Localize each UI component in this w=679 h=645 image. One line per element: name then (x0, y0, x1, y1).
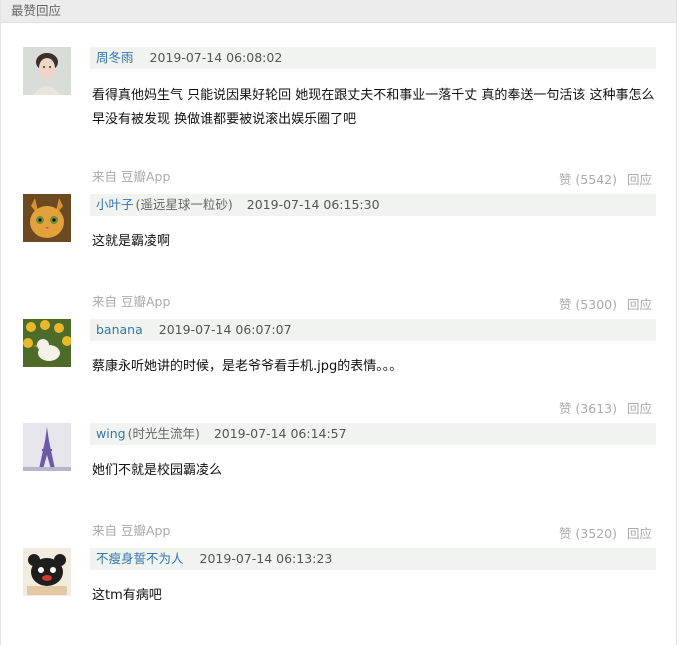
author-link[interactable]: 不瘦身誓不为人 (96, 551, 184, 566)
comment-meta: 不瘦身誓不为人 2019-07-14 06:13:23 (90, 548, 656, 570)
comment-actions: 赞 (5542) 回应 (559, 169, 652, 188)
author-note: (遥远星球一粒砂) (135, 197, 233, 212)
section-title: 最赞回应 (1, 0, 676, 23)
comment-meta: 小叶子 (遥远星球一粒砂) 2019-07-14 06:15:30 (90, 194, 656, 216)
duck-sunflower-avatar[interactable] (23, 319, 71, 367)
reply-button[interactable]: 回应 (627, 401, 652, 416)
comment-actions: 赞 (3613) 回应 (559, 398, 652, 417)
comment-source: 来自 豆瓣App (92, 169, 171, 184)
reply-button[interactable]: 回应 (627, 297, 652, 312)
like-button[interactable]: 赞 (5300) (559, 297, 617, 312)
comment-meta: 周冬雨 2019-07-14 06:08:02 (90, 47, 656, 69)
comment-text: 她们不就是校园霸凌么 (92, 463, 223, 478)
comment-source: 来自 豆瓣App (92, 523, 171, 538)
comment-actions: 赞 (3520) 回应 (559, 523, 652, 542)
cat-avatar[interactable] (23, 194, 71, 242)
portrait-woman-avatar[interactable] (23, 47, 71, 95)
bear-avatar[interactable] (23, 548, 71, 596)
reply-button[interactable]: 回应 (627, 526, 652, 541)
author-note: (时光生流年) (127, 426, 200, 441)
comment-text: 蔡康永听她讲的时候，是老爷爷看手机.jpg的表情。。。 (92, 359, 403, 374)
comment-time: 2019-07-14 06:08:02 (149, 50, 283, 65)
eiffel-tower-avatar[interactable] (23, 423, 71, 471)
comments-panel: 最赞回应 周冬雨 2019-07-14 06:08:02 看得真他妈生气 只能说因… (0, 0, 677, 645)
like-button[interactable]: 赞 (3613) (559, 401, 617, 416)
comment-time: 2019-07-14 06:14:57 (213, 426, 347, 441)
reply-button[interactable]: 回应 (627, 172, 652, 187)
like-button[interactable]: 赞 (5542) (559, 172, 617, 187)
comment-time: 2019-07-14 06:13:23 (199, 551, 333, 566)
author-link[interactable]: 周冬雨 (96, 50, 134, 65)
comment-meta: wing (时光生流年) 2019-07-14 06:14:57 (90, 423, 656, 445)
comment-text: 这tm有病吧 (92, 588, 162, 603)
comment-time: 2019-07-14 06:15:30 (246, 197, 380, 212)
comment-source: 来自 豆瓣App (92, 294, 171, 309)
comment-meta: banana 2019-07-14 06:07:07 (90, 319, 656, 341)
like-button[interactable]: 赞 (3520) (559, 526, 617, 541)
author-link[interactable]: 小叶子 (96, 197, 134, 212)
comment-time: 2019-07-14 06:07:07 (158, 322, 292, 337)
author-link[interactable]: wing (96, 426, 126, 441)
comment-text: 这就是霸凌啊 (92, 234, 171, 249)
comment-text: 看得真他妈生气 只能说因果好轮回 她现在跟丈夫不和事业一落千丈 真的奉送一句活该… (92, 88, 655, 127)
comment-actions: 赞 (5300) 回应 (559, 294, 652, 313)
author-link[interactable]: banana (96, 322, 143, 337)
